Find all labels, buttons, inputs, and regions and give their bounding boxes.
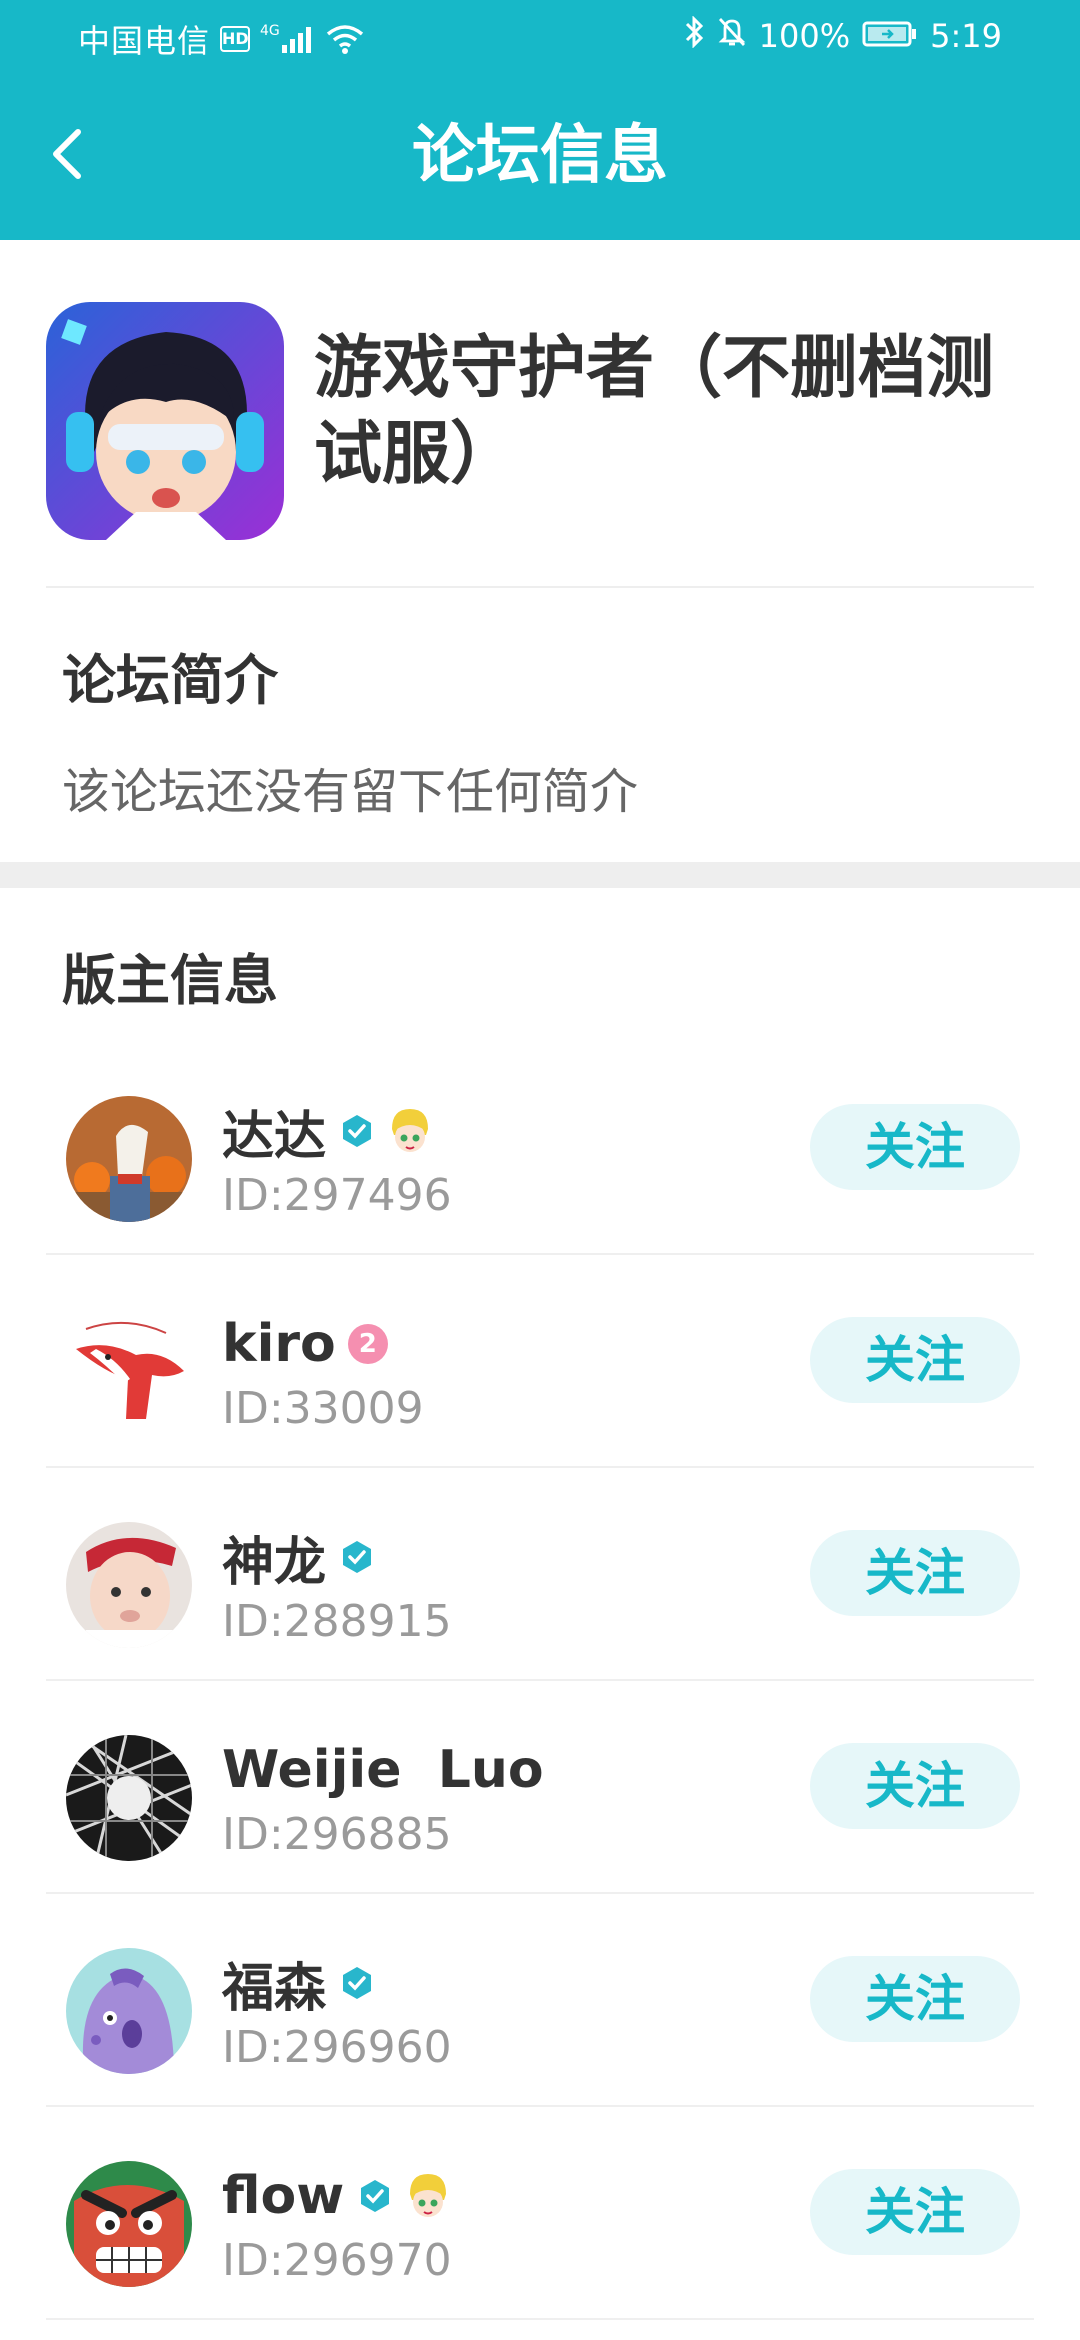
verified-badge-icon: [361, 2180, 390, 2212]
moderator-name[interactable]: 达达: [222, 1094, 326, 1169]
title-bar: 论坛信息: [0, 72, 1080, 240]
name-line: Weijie Luo: [222, 1735, 544, 1805]
intro-text: 该论坛还没有留下任何简介: [62, 764, 639, 820]
signal-icon: 4G: [260, 23, 316, 53]
carrier-label: 中国电信: [78, 22, 211, 60]
moderator-row[interactable]: 达达 ID:297496 关注: [0, 1042, 1080, 1255]
moderators-heading: 版主信息: [62, 949, 278, 1012]
moderator-id: ID:288915: [222, 1596, 452, 1647]
verified-badge-icon: [343, 1541, 372, 1573]
hd-icon: HD: [220, 26, 251, 52]
avatar[interactable]: [66, 1096, 192, 1222]
moderator-row[interactable]: flow ID:296970 关注: [0, 2107, 1080, 2320]
clock: 5:19: [930, 17, 1002, 55]
follow-button[interactable]: 关注: [810, 1743, 1020, 1829]
verified-badge-icon: [343, 1115, 372, 1147]
section-separator: [0, 862, 1080, 888]
name-line: 神龙: [222, 1520, 374, 1595]
page-title: 论坛信息: [412, 119, 668, 193]
forum-header: 游戏守护者（不删档测试服）: [0, 240, 1080, 586]
follow-button[interactable]: 关注: [810, 1317, 1020, 1403]
moderator-list: 达达 ID:297496 关注 kiro 2 ID:33009 关注 神龙 ID…: [0, 1042, 1080, 2320]
character-badge-icon: [392, 1109, 429, 1152]
mute-bell-icon: [717, 16, 747, 56]
status-bar: 中国电信 HD 4G 100% 5:19: [0, 0, 1080, 72]
moderator-id: ID:33009: [222, 1383, 424, 1434]
character-badge-icon: [410, 2174, 447, 2217]
forum-game-icon: [46, 302, 284, 540]
battery-icon: [862, 17, 918, 55]
forum-name: 游戏守护者（不删档测试服）: [314, 329, 995, 494]
avatar[interactable]: [66, 1309, 192, 1435]
moderator-name[interactable]: flow: [222, 2166, 344, 2226]
moderator-row[interactable]: kiro 2 ID:33009 关注: [0, 1255, 1080, 1468]
level-badge: 2: [347, 1324, 388, 1364]
divider: [46, 586, 1034, 588]
moderator-name[interactable]: 福森: [222, 1946, 326, 2021]
intro-heading: 论坛简介: [62, 649, 278, 712]
name-line: kiro 2: [222, 1309, 388, 1379]
moderator-row[interactable]: 福森 ID:296960 关注: [0, 1894, 1080, 2107]
name-line: flow: [222, 2161, 452, 2231]
avatar[interactable]: [66, 1735, 192, 1861]
chevron-left-icon: [53, 129, 81, 179]
moderator-name[interactable]: 神龙: [222, 1520, 326, 1595]
moderator-name[interactable]: kiro: [222, 1314, 336, 1374]
verified-badge-icon: [343, 1967, 372, 1999]
name-line: 福森: [222, 1946, 374, 2021]
back-button[interactable]: [40, 124, 92, 184]
moderator-id: ID:296960: [222, 2022, 452, 2073]
name-line: 达达: [222, 1094, 434, 1169]
moderator-id: ID:296970: [222, 2235, 452, 2286]
moderator-row[interactable]: 神龙 ID:288915 关注: [0, 1468, 1080, 1681]
moderator-row[interactable]: Weijie Luo ID:296885 关注: [0, 1681, 1080, 1894]
follow-button[interactable]: 关注: [810, 1530, 1020, 1616]
moderator-id: ID:297496: [222, 1170, 452, 1221]
bluetooth-icon: [683, 15, 705, 56]
status-left: 中国电信 HD 4G: [78, 16, 364, 62]
moderator-id: ID:296885: [222, 1809, 452, 1860]
avatar[interactable]: [66, 2161, 192, 2287]
avatar[interactable]: [66, 1948, 192, 2074]
network-type-label: 4G: [260, 23, 280, 39]
follow-button[interactable]: 关注: [810, 1956, 1020, 2042]
divider: [46, 2318, 1034, 2320]
moderator-name[interactable]: Weijie Luo: [222, 1740, 544, 1800]
avatar[interactable]: [66, 1522, 192, 1648]
app-header: 中国电信 HD 4G 100% 5:19 论坛信息: [0, 0, 1080, 240]
wifi-icon: [326, 24, 364, 54]
battery-percent: 100%: [758, 17, 851, 55]
status-right: 100% 5:19: [671, 15, 1002, 56]
follow-button[interactable]: 关注: [810, 1104, 1020, 1190]
follow-button[interactable]: 关注: [810, 2169, 1020, 2255]
